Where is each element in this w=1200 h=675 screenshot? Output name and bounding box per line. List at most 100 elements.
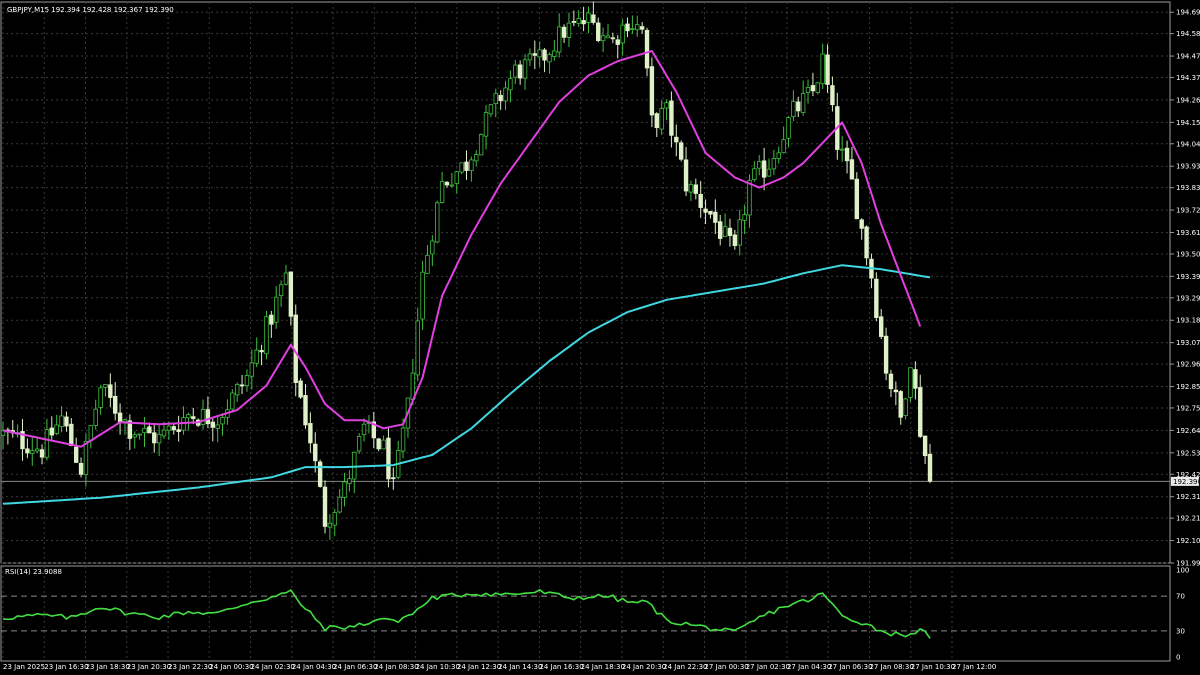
candle bbox=[464, 150, 469, 180]
candle bbox=[527, 48, 533, 67]
candle bbox=[20, 419, 25, 461]
candle bbox=[639, 22, 645, 34]
candle bbox=[376, 438, 381, 452]
candle bbox=[342, 472, 347, 507]
rsi-axis-label: 0 bbox=[1176, 654, 1180, 662]
candle bbox=[386, 426, 391, 488]
chart-window: 194.690 194.585 194.475 194.370 194.260 194.1… bbox=[0, 0, 1200, 675]
price-tick-label: 192.210 bbox=[1176, 515, 1200, 523]
candle bbox=[620, 19, 625, 56]
candle bbox=[230, 389, 235, 411]
price-tick-label: 192.855 bbox=[1176, 383, 1200, 391]
candle bbox=[30, 437, 35, 466]
price-tick-label: 194.260 bbox=[1176, 96, 1200, 104]
ma-fast-line bbox=[2, 50, 922, 448]
time-label: 23 Jan 22:30 bbox=[168, 663, 212, 671]
candle bbox=[927, 443, 933, 484]
price-pane-frame bbox=[0, 1, 1171, 564]
candle bbox=[664, 99, 669, 121]
candle bbox=[630, 15, 635, 35]
candle bbox=[283, 264, 289, 286]
price-tick-label: 192.750 bbox=[1176, 404, 1200, 412]
candle bbox=[269, 310, 274, 338]
candle bbox=[381, 435, 386, 450]
candle bbox=[220, 413, 225, 436]
candle bbox=[215, 416, 220, 443]
candle bbox=[757, 154, 762, 176]
candle bbox=[435, 200, 440, 244]
candle bbox=[278, 280, 284, 307]
candle bbox=[713, 199, 718, 235]
candle bbox=[103, 384, 108, 397]
candle bbox=[415, 307, 420, 382]
candle bbox=[5, 427, 11, 445]
candle bbox=[361, 418, 367, 442]
candle bbox=[493, 88, 498, 118]
candle bbox=[444, 181, 450, 188]
candle bbox=[678, 140, 684, 162]
price-tick-label: 194.475 bbox=[1176, 53, 1200, 61]
candle bbox=[800, 80, 806, 116]
candle bbox=[781, 126, 786, 154]
candle bbox=[830, 76, 835, 112]
price-tick-label: 194.585 bbox=[1176, 30, 1200, 38]
candle bbox=[108, 373, 113, 408]
candle bbox=[727, 218, 733, 247]
candle bbox=[298, 378, 303, 399]
candle bbox=[176, 415, 181, 442]
candle bbox=[317, 459, 323, 488]
candle bbox=[59, 406, 64, 433]
price-tick-label: 193.180 bbox=[1176, 317, 1200, 325]
candle bbox=[615, 35, 620, 59]
time-label: 23 Jan 18:30 bbox=[86, 663, 130, 671]
candle bbox=[776, 146, 781, 164]
candle bbox=[132, 431, 137, 449]
candle bbox=[113, 382, 118, 421]
candle bbox=[844, 140, 850, 174]
time-label: 24 Jan 02:30 bbox=[251, 663, 295, 671]
price-chart: 194.690 194.585 194.475 194.370 194.260 194.1… bbox=[0, 1, 1200, 671]
candle bbox=[430, 235, 435, 267]
candle bbox=[356, 433, 362, 454]
candle bbox=[513, 59, 518, 84]
candle bbox=[825, 44, 830, 93]
candle bbox=[898, 390, 903, 425]
candle bbox=[308, 412, 313, 453]
candle bbox=[791, 90, 796, 122]
candle bbox=[649, 57, 655, 127]
candle bbox=[127, 414, 133, 450]
candle bbox=[571, 10, 577, 27]
candle bbox=[88, 425, 94, 449]
candle bbox=[903, 397, 908, 420]
time-label: 24 Jan 08:30 bbox=[374, 663, 418, 671]
candle bbox=[25, 438, 30, 459]
candle bbox=[210, 417, 215, 442]
candle bbox=[566, 12, 572, 47]
candle bbox=[849, 146, 855, 180]
price-tick-label: 193.070 bbox=[1176, 339, 1200, 347]
candle bbox=[0, 421, 6, 450]
time-label: 24 Jan 04:30 bbox=[292, 663, 336, 671]
candle bbox=[766, 158, 772, 177]
candle bbox=[498, 90, 503, 110]
price-tick-label: 193.720 bbox=[1176, 207, 1200, 215]
current-price-label: 192.390 bbox=[1173, 478, 1200, 486]
candle bbox=[234, 382, 240, 402]
rsi-pane-frame bbox=[0, 565, 1171, 662]
candle bbox=[874, 272, 879, 322]
candle bbox=[459, 162, 464, 175]
time-label: 24 Jan 10:30 bbox=[416, 663, 460, 671]
time-label: 24 Jan 18:30 bbox=[581, 663, 625, 671]
candle bbox=[395, 440, 401, 480]
candle bbox=[181, 406, 186, 435]
candle bbox=[888, 369, 894, 398]
candle bbox=[537, 41, 542, 68]
candle bbox=[54, 414, 59, 436]
candle bbox=[654, 112, 659, 138]
candle bbox=[859, 218, 864, 240]
candle bbox=[142, 417, 147, 447]
candle bbox=[596, 17, 601, 43]
candle bbox=[39, 444, 45, 465]
price-tick-label: 194.690 bbox=[1176, 9, 1200, 17]
candle bbox=[922, 435, 928, 465]
